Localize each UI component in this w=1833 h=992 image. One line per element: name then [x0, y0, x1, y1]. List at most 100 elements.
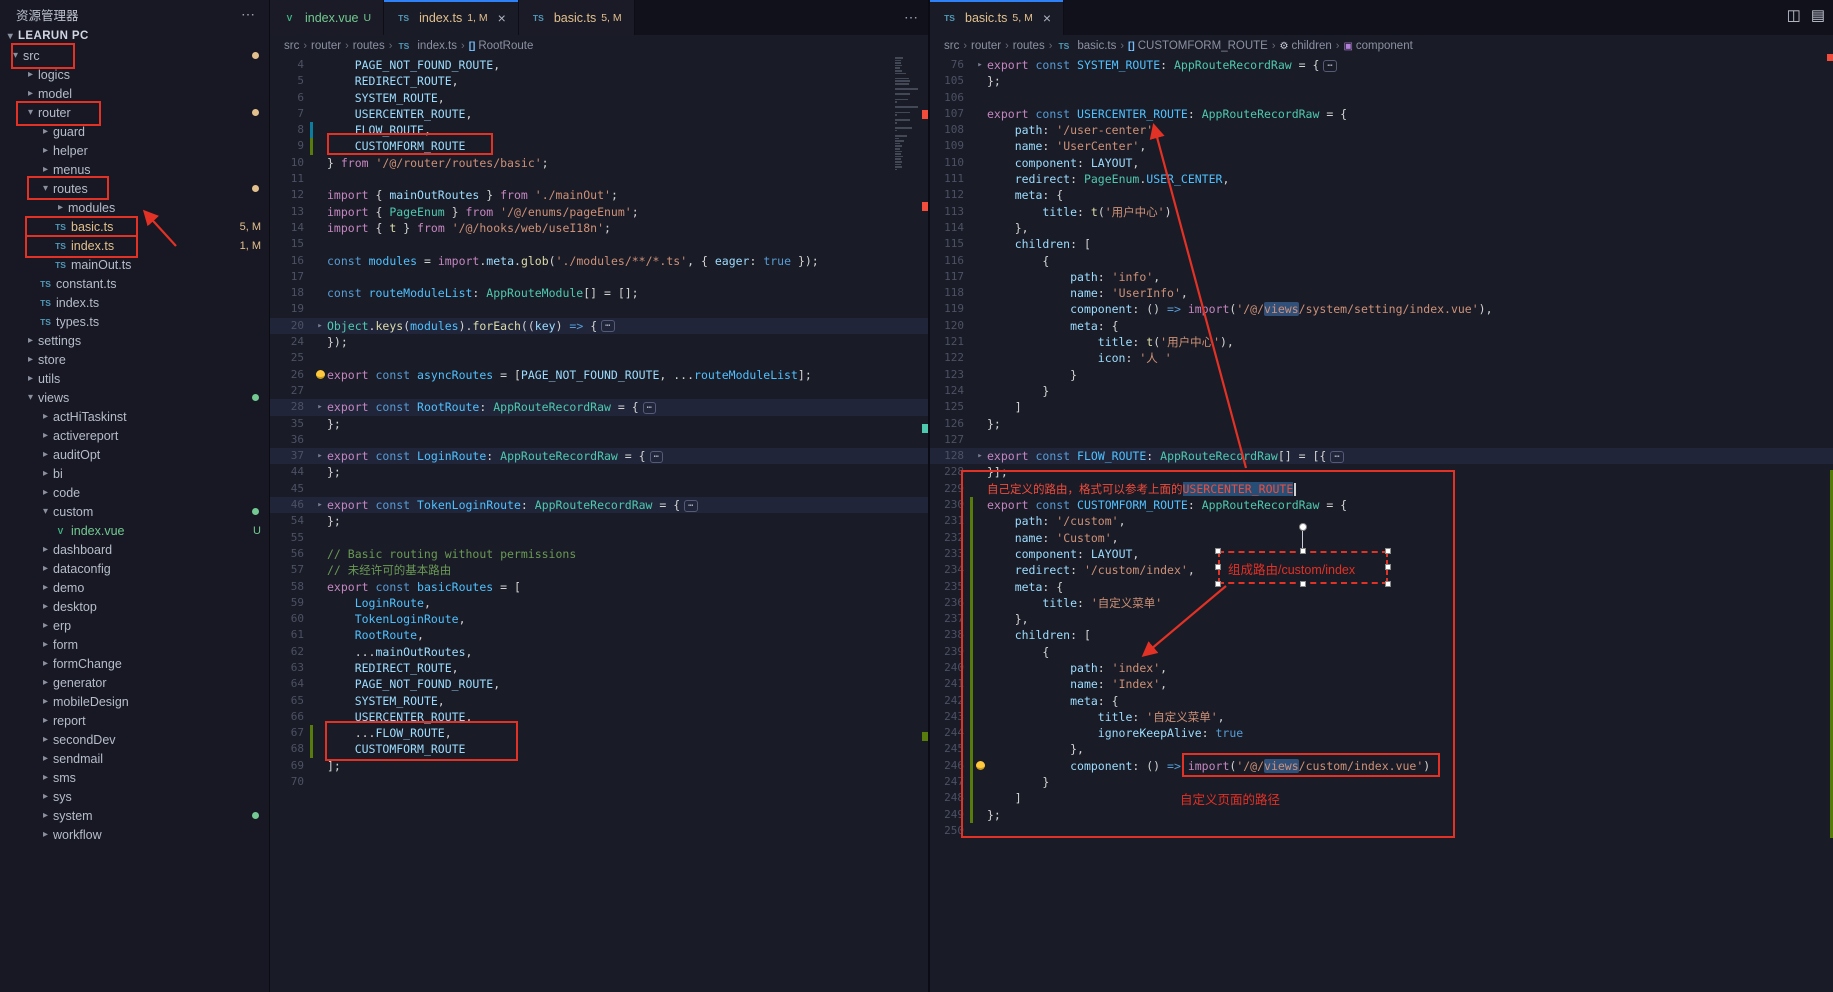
- tree-item-views[interactable]: ▾views: [0, 388, 269, 407]
- code-line-250[interactable]: 250: [930, 823, 1833, 839]
- code-line-234[interactable]: 234 redirect: '/custom/index',: [930, 562, 1833, 578]
- code-line-238[interactable]: 238 children: [: [930, 627, 1833, 643]
- fold-column[interactable]: ▸: [313, 448, 327, 464]
- code-line-231[interactable]: 231 path: '/custom',: [930, 513, 1833, 529]
- project-root-row[interactable]: ▾ LEARUN PC: [0, 26, 269, 46]
- fold-column[interactable]: ▸: [973, 448, 987, 464]
- code-line-6[interactable]: 6 SYSTEM_ROUTE,: [270, 90, 928, 106]
- breadcrumb-item-router[interactable]: router: [971, 40, 1001, 52]
- code-line-228[interactable]: 228}];: [930, 464, 1833, 480]
- breadcrumb-item-router[interactable]: router: [311, 40, 341, 52]
- code-line-243[interactable]: 243 title: '自定义菜单',: [930, 709, 1833, 725]
- folded-code-icon[interactable]: ⋯: [1323, 60, 1336, 72]
- tree-item-report[interactable]: ▸report: [0, 711, 269, 730]
- tree-item-desktop[interactable]: ▸desktop: [0, 597, 269, 616]
- code-line-56[interactable]: 56// Basic routing without permissions: [270, 546, 928, 562]
- tree-item-secondDev[interactable]: ▸secondDev: [0, 730, 269, 749]
- tree-item-sendmail[interactable]: ▸sendmail: [0, 749, 269, 768]
- tree-item-index.ts[interactable]: TSindex.ts1, M: [0, 236, 269, 255]
- code-line-120[interactable]: 120 meta: {: [930, 318, 1833, 334]
- code-line-125[interactable]: 125 ]: [930, 399, 1833, 415]
- tree-item-index.ts[interactable]: TSindex.ts: [0, 293, 269, 312]
- code-line-118[interactable]: 118 name: 'UserInfo',: [930, 285, 1833, 301]
- tree-item-settings[interactable]: ▸settings: [0, 331, 269, 350]
- code-line-36[interactable]: 36: [270, 432, 928, 448]
- code-line-116[interactable]: 116 {: [930, 253, 1833, 269]
- tree-item-auditOpt[interactable]: ▸auditOpt: [0, 445, 269, 464]
- breadcrumb-item-CUSTOMFORM_ROUTE[interactable]: []CUSTOMFORM_ROUTE: [1128, 40, 1268, 52]
- code-line-57[interactable]: 57// 未经许可的基本路由: [270, 562, 928, 578]
- code-line-46[interactable]: 46▸export const TokenLoginRoute: AppRout…: [270, 497, 928, 513]
- code-line-68[interactable]: 68 CUSTOMFORM_ROUTE: [270, 741, 928, 757]
- tree-item-mainOut.ts[interactable]: TSmainOut.ts: [0, 255, 269, 274]
- tree-item-router[interactable]: ▾router: [0, 103, 269, 122]
- tab-basic.ts[interactable]: TSbasic.ts5, M: [519, 0, 635, 35]
- tree-item-basic.ts[interactable]: TSbasic.ts5, M: [0, 217, 269, 236]
- code-line-105[interactable]: 105};: [930, 73, 1833, 89]
- tree-item-logics[interactable]: ▸logics: [0, 65, 269, 84]
- code-line-70[interactable]: 70: [270, 774, 928, 790]
- split-editor-icon[interactable]: ◫: [1787, 6, 1801, 24]
- tab-index.vue[interactable]: Vindex.vueU: [270, 0, 384, 35]
- code-line-37[interactable]: 37▸export const LoginRoute: AppRouteReco…: [270, 448, 928, 464]
- code-line-240[interactable]: 240 path: 'index',: [930, 660, 1833, 676]
- code-line-7[interactable]: 7 USERCENTER_ROUTE,: [270, 106, 928, 122]
- code-line-109[interactable]: 109 name: 'UserCenter',: [930, 138, 1833, 154]
- code-line-65[interactable]: 65 SYSTEM_ROUTE,: [270, 693, 928, 709]
- code-line-114[interactable]: 114 },: [930, 220, 1833, 236]
- code-line-107[interactable]: 107export const USERCENTER_ROUTE: AppRou…: [930, 106, 1833, 122]
- code-line-13[interactable]: 13import { PageEnum } from '/@/enums/pag…: [270, 204, 928, 220]
- lightbulb-icon[interactable]: [316, 370, 325, 379]
- tree-item-formChange[interactable]: ▸formChange: [0, 654, 269, 673]
- code-line-248[interactable]: 248 ]: [930, 790, 1833, 806]
- tree-item-utils[interactable]: ▸utils: [0, 369, 269, 388]
- tree-item-helper[interactable]: ▸helper: [0, 141, 269, 160]
- more-actions-icon[interactable]: ⋯: [904, 9, 918, 26]
- fold-column[interactable]: ▸: [313, 497, 327, 513]
- code-line-28[interactable]: 28▸export const RootRoute: AppRouteRecor…: [270, 399, 928, 415]
- code-line-17[interactable]: 17: [270, 269, 928, 285]
- tree-item-guard[interactable]: ▸guard: [0, 122, 269, 141]
- code-line-26[interactable]: 26export const asyncRoutes = [PAGE_NOT_F…: [270, 367, 928, 383]
- code-line-54[interactable]: 54};: [270, 513, 928, 529]
- code-line-11[interactable]: 11: [270, 171, 928, 187]
- code-line-112[interactable]: 112 meta: {: [930, 187, 1833, 203]
- folded-code-icon[interactable]: ⋯: [643, 402, 656, 414]
- tree-item-src[interactable]: ▾src: [0, 46, 269, 65]
- tree-item-types.ts[interactable]: TStypes.ts: [0, 312, 269, 331]
- breadcrumb-item-src[interactable]: src: [284, 40, 299, 52]
- tree-item-constant.ts[interactable]: TSconstant.ts: [0, 274, 269, 293]
- code-line-117[interactable]: 117 path: 'info',: [930, 269, 1833, 285]
- breadcrumb-item-component[interactable]: ▣component: [1343, 40, 1412, 52]
- code-line-25[interactable]: 25: [270, 350, 928, 366]
- code-line-44[interactable]: 44};: [270, 464, 928, 480]
- code-line-62[interactable]: 62 ...mainOutRoutes,: [270, 644, 928, 660]
- code-editor-index-ts[interactable]: 4 PAGE_NOT_FOUND_ROUTE,5 REDIRECT_ROUTE,…: [270, 57, 928, 992]
- tree-item-sys[interactable]: ▸sys: [0, 787, 269, 806]
- code-line-235[interactable]: 235 meta: {: [930, 579, 1833, 595]
- code-line-249[interactable]: 249};: [930, 807, 1833, 823]
- tab-basic.ts[interactable]: TSbasic.ts5, M×: [930, 0, 1064, 35]
- code-line-9[interactable]: 9 CUSTOMFORM_ROUTE: [270, 138, 928, 154]
- tree-item-store[interactable]: ▸store: [0, 350, 269, 369]
- code-line-230[interactable]: 230export const CUSTOMFORM_ROUTE: AppRou…: [930, 497, 1833, 513]
- code-line-233[interactable]: 233 component: LAYOUT,: [930, 546, 1833, 562]
- breadcrumb-item-routes[interactable]: routes: [1013, 40, 1045, 52]
- code-line-106[interactable]: 106: [930, 90, 1833, 106]
- code-line-76[interactable]: 76▸export const SYSTEM_ROUTE: AppRouteRe…: [930, 57, 1833, 73]
- code-line-35[interactable]: 35};: [270, 416, 928, 432]
- fold-column[interactable]: ▸: [973, 57, 987, 73]
- tree-item-sms[interactable]: ▸sms: [0, 768, 269, 787]
- code-line-66[interactable]: 66 USERCENTER_ROUTE,: [270, 709, 928, 725]
- breadcrumb-item-basic.ts[interactable]: TSbasic.ts: [1056, 39, 1116, 54]
- code-line-59[interactable]: 59 LoginRoute,: [270, 595, 928, 611]
- code-line-45[interactable]: 45: [270, 481, 928, 497]
- code-line-64[interactable]: 64 PAGE_NOT_FOUND_ROUTE,: [270, 676, 928, 692]
- folded-code-icon[interactable]: ⋯: [1330, 451, 1343, 463]
- code-line-244[interactable]: 244 ignoreKeepAlive: true: [930, 725, 1833, 741]
- code-line-236[interactable]: 236 title: '自定义菜单': [930, 595, 1833, 611]
- tree-item-mobileDesign[interactable]: ▸mobileDesign: [0, 692, 269, 711]
- code-line-111[interactable]: 111 redirect: PageEnum.USER_CENTER,: [930, 171, 1833, 187]
- tree-item-form[interactable]: ▸form: [0, 635, 269, 654]
- tree-item-actHiTaskinst[interactable]: ▸actHiTaskinst: [0, 407, 269, 426]
